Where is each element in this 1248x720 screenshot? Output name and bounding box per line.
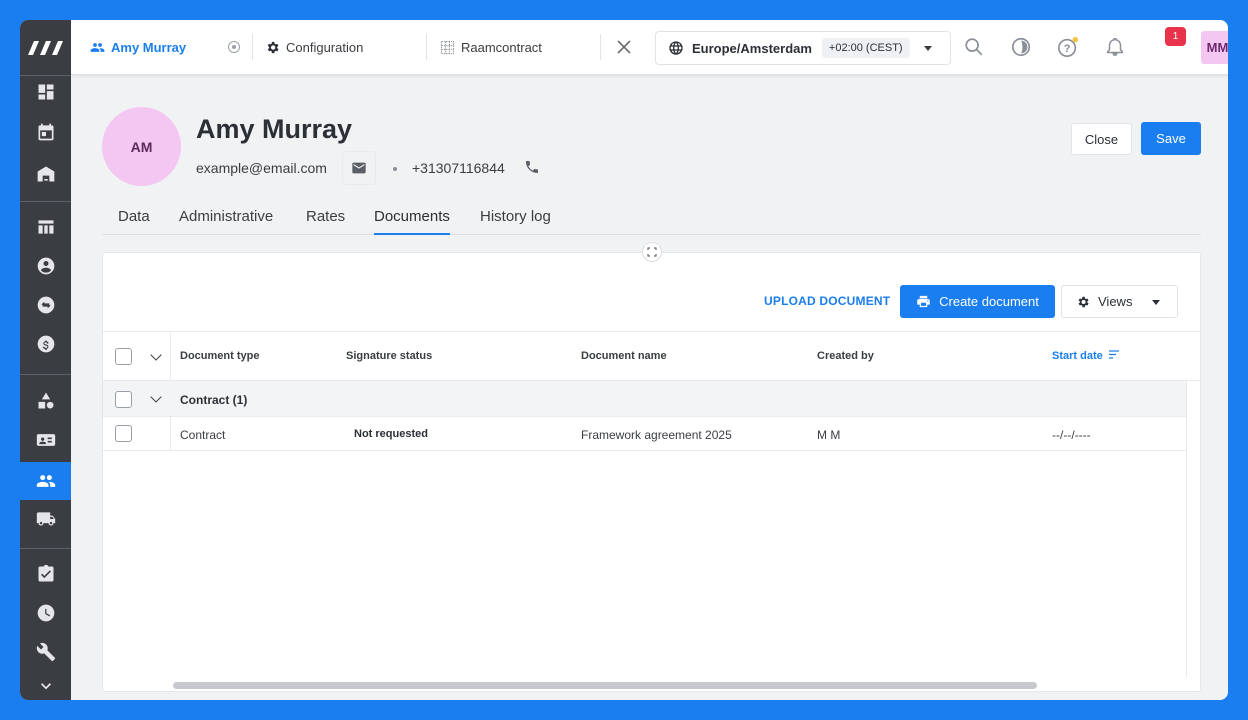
phone-icon (526, 161, 538, 173)
column-header-label: Start date (1052, 350, 1103, 362)
bell-icon[interactable] (1104, 36, 1126, 58)
cell-start-date: --/--/---- (1052, 428, 1091, 442)
calendar-icon[interactable] (20, 113, 71, 151)
sidebar-divider (20, 548, 71, 549)
user-avatar[interactable]: MM (1201, 31, 1228, 64)
cell-created-by: M M (817, 428, 841, 442)
tab-administrative[interactable]: Administrative (179, 208, 273, 235)
table-icon[interactable] (20, 208, 71, 246)
theme-icon[interactable] (1010, 36, 1032, 58)
app-logo[interactable] (20, 20, 71, 75)
profile-phone: +31307116844 (412, 160, 505, 176)
gear-icon (1078, 296, 1089, 307)
cell-document-type: Contract (180, 428, 226, 442)
warehouse-icon[interactable] (20, 155, 71, 193)
tab-label: Raamcontract (461, 40, 542, 55)
notification-badge: 1 (1165, 27, 1186, 46)
save-button[interactable]: Save (1141, 122, 1201, 155)
truck-icon[interactable] (20, 500, 71, 538)
column-header-sorted[interactable]: Start date (1052, 350, 1119, 362)
scrollbar-thumb[interactable] (173, 682, 1037, 689)
cell-signature-status: Not requested (354, 428, 428, 440)
tab-history-log[interactable]: History log (480, 208, 551, 235)
close-button[interactable]: Close (1071, 123, 1132, 155)
clipboard-check-icon[interactable] (20, 555, 71, 593)
group-row[interactable]: Contract (1) (103, 381, 1186, 417)
create-document-label: Create document (939, 294, 1039, 309)
tab-amy-murray[interactable]: Amy Murray (90, 20, 186, 75)
table-right-border (1186, 381, 1187, 677)
dollar-icon[interactable] (20, 325, 71, 363)
column-header[interactable]: Document name (581, 350, 667, 362)
table-header: Document type Signature status Document … (103, 331, 1200, 381)
table-row[interactable]: Contract Not requested Framework agreeme… (103, 417, 1186, 451)
svg-text:?: ? (1064, 43, 1071, 55)
expand-icon[interactable] (642, 242, 662, 262)
people-icon (90, 43, 105, 52)
group-checkbox[interactable] (115, 391, 132, 408)
call-button[interactable] (515, 150, 549, 184)
column-header[interactable]: Created by (817, 350, 874, 362)
timezone-offset: +02:00 (CEST) (821, 38, 910, 58)
gear-icon (267, 41, 279, 54)
app-window: Amy Murray Configuration Raamcontract Eu… (20, 20, 1228, 700)
tab-label: Configuration (286, 40, 364, 55)
caret-down-icon (924, 46, 932, 51)
mail-icon (352, 162, 366, 174)
clock-icon[interactable] (20, 594, 71, 632)
wrench-icon[interactable] (20, 633, 71, 671)
sidebar-divider (20, 374, 71, 375)
upload-document-link[interactable]: UPLOAD DOCUMENT (764, 294, 890, 308)
tab-label: Amy Murray (111, 40, 187, 55)
caret-down-icon (1152, 300, 1160, 305)
timezone-name: Europe/Amsterdam (692, 40, 812, 56)
profile-email: example@email.com (196, 160, 327, 176)
close-icon[interactable] (617, 40, 631, 54)
row-checkbox[interactable] (115, 425, 132, 442)
create-document-button[interactable]: Create document (900, 285, 1055, 318)
tab-data[interactable]: Data (118, 208, 150, 235)
sidebar-divider (20, 201, 71, 202)
select-all-checkbox[interactable] (115, 348, 132, 365)
sort-icon (1108, 350, 1119, 359)
grid-icon (440, 40, 455, 55)
column-header[interactable]: Document type (180, 350, 259, 362)
chevron-down-icon[interactable] (150, 391, 162, 403)
tab-divider (426, 34, 427, 60)
separator-dot (393, 167, 397, 171)
detail-tabs: Data Administrative Rates Documents Hist… (102, 206, 1201, 235)
dashboard-icon[interactable] (20, 73, 71, 111)
tab-configuration[interactable]: Configuration (265, 20, 363, 75)
horizontal-scrollbar[interactable] (171, 677, 1186, 691)
search-icon[interactable] (963, 36, 985, 58)
views-label: Views (1098, 294, 1133, 309)
sidebar (20, 20, 71, 700)
tab-divider (252, 34, 253, 60)
email-button[interactable] (342, 151, 376, 185)
account-icon[interactable] (20, 247, 71, 285)
column-header[interactable]: Signature status (346, 350, 432, 362)
exchange-icon[interactable] (20, 286, 71, 324)
tab-close-icon[interactable] (228, 41, 240, 53)
top-bar: Amy Murray Configuration Raamcontract Eu… (71, 20, 1228, 75)
profile-avatar: AM (102, 107, 181, 186)
chevron-down-icon[interactable] (20, 672, 71, 700)
documents-panel: UPLOAD DOCUMENT Create document Views Do… (102, 252, 1201, 692)
printer-icon (917, 295, 930, 308)
timezone-select[interactable]: Europe/Amsterdam +02:00 (CEST) (655, 31, 951, 65)
contact-card-icon[interactable] (20, 421, 71, 459)
tab-documents[interactable]: Documents (374, 208, 450, 235)
views-dropdown[interactable]: Views (1061, 285, 1178, 318)
cell-document-name: Framework agreement 2025 (581, 428, 732, 442)
tab-divider (600, 34, 601, 60)
tab-rates[interactable]: Rates (306, 208, 345, 235)
globe-icon (669, 41, 683, 55)
profile-name: Amy Murray (196, 114, 353, 144)
people-icon[interactable] (20, 462, 71, 500)
tab-raamcontract[interactable]: Raamcontract (440, 20, 542, 75)
help-icon[interactable]: ? (1057, 36, 1079, 58)
group-label: Contract (1) (180, 393, 248, 407)
chevron-down-icon[interactable] (150, 349, 162, 361)
shapes-icon[interactable] (20, 382, 71, 420)
